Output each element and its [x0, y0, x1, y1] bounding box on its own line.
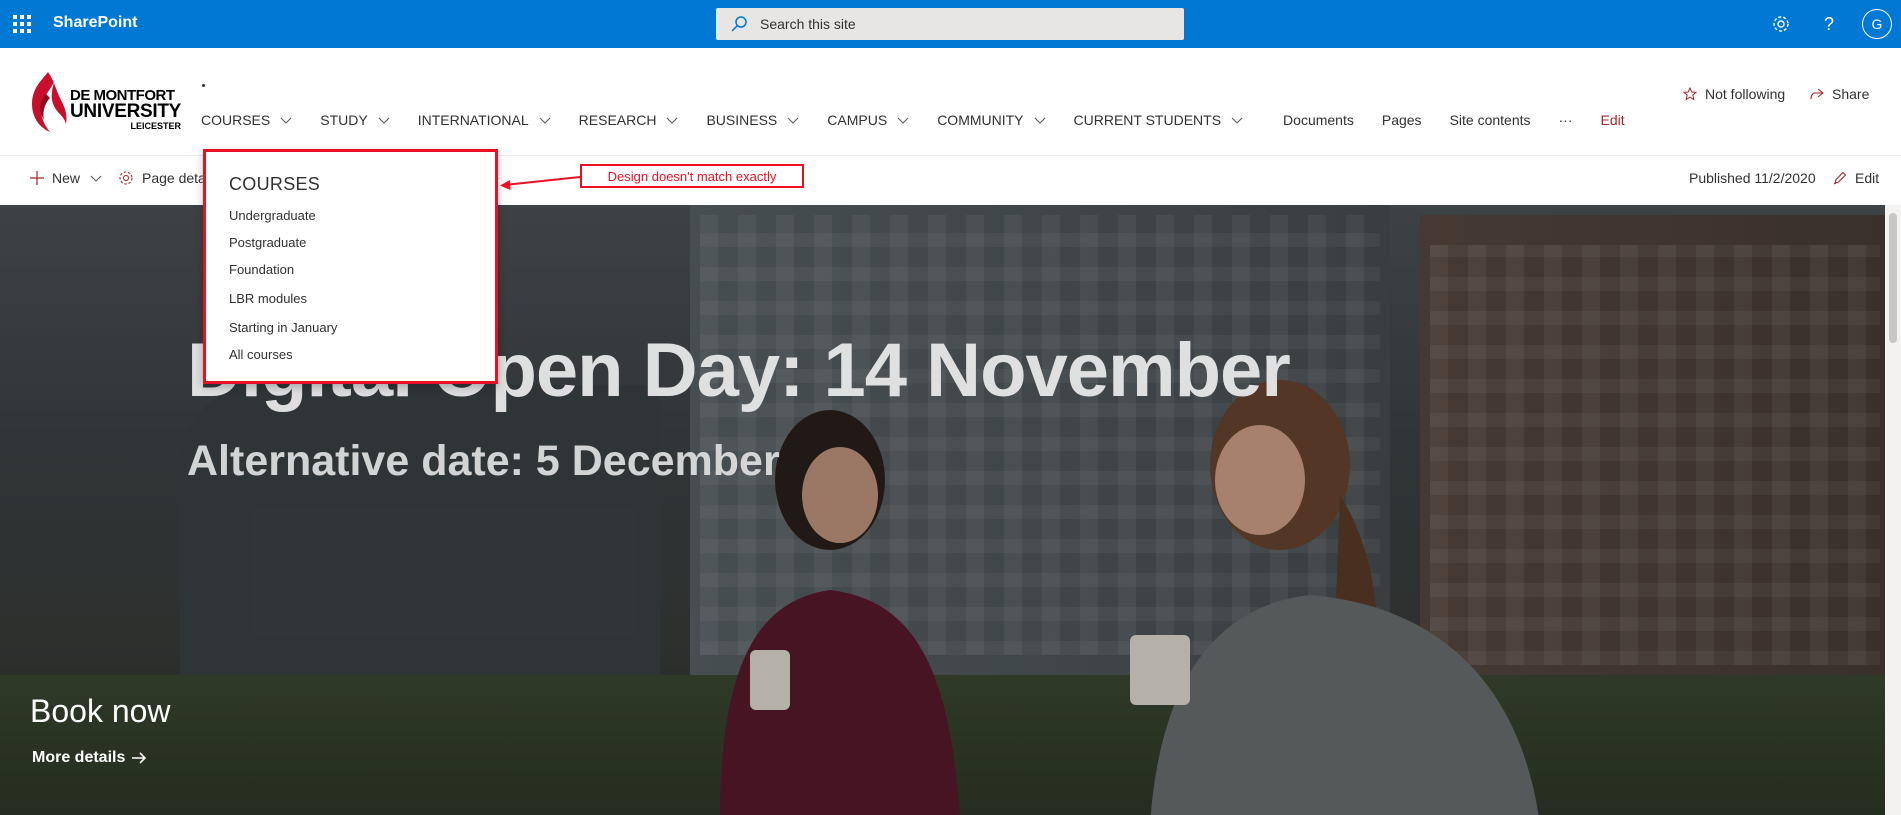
- chevron-down-icon: [378, 114, 390, 126]
- nav-label: CAMPUS: [827, 112, 888, 128]
- chevron-down-icon: [90, 175, 102, 182]
- dropdown-item-lbr-modules[interactable]: LBR modules: [229, 291, 307, 306]
- annotation-label: Design doesn't match exactly: [580, 164, 804, 188]
- site-header: [0, 48, 1901, 156]
- suite-bar: SharePoint Search this site ? G: [0, 0, 1901, 48]
- logo-line-3: LEICESTER: [130, 121, 182, 131]
- dropdown-item-all-courses[interactable]: All courses: [229, 347, 293, 362]
- dmu-crest-icon: [32, 72, 67, 132]
- nav-label: COURSES: [201, 112, 271, 128]
- search-icon: [731, 16, 747, 32]
- edit-label: Edit: [1855, 170, 1880, 186]
- more-details-label: More details: [32, 749, 126, 766]
- dropdown-item-starting-in-january[interactable]: Starting in January: [229, 320, 337, 335]
- nav-item-pages[interactable]: Pages: [1382, 108, 1422, 132]
- plus-icon: [30, 171, 44, 185]
- courses-dropdown-menu: COURSES Undergraduate Postgraduate Found…: [203, 149, 498, 384]
- chevron-down-icon: [539, 114, 551, 126]
- hub-navigation: COURSES STUDY INTERNATIONAL RESEARCH BUS…: [201, 108, 1625, 132]
- dropdown-item-foundation[interactable]: Foundation: [229, 262, 294, 277]
- settings-gear-icon[interactable]: [1769, 12, 1793, 36]
- nav-item-current-students[interactable]: CURRENT STUDENTS: [1074, 108, 1244, 132]
- more-details-link[interactable]: More details: [32, 749, 147, 767]
- hero-subtitle: Alternative date: 5 December: [187, 437, 780, 485]
- chevron-down-icon: [787, 114, 799, 126]
- published-status: Published 11/2/2020: [1689, 170, 1816, 186]
- hero-cta-heading: Book now: [30, 693, 171, 729]
- chevron-down-icon: [1231, 114, 1243, 126]
- nav-item-campus[interactable]: CAMPUS: [827, 108, 909, 132]
- search-box[interactable]: Search this site: [716, 8, 1184, 40]
- nav-item-research[interactable]: RESEARCH: [579, 108, 679, 132]
- nav-more-ellipsis[interactable]: ···: [1559, 108, 1573, 132]
- dropdown-item-undergraduate[interactable]: Undergraduate: [229, 208, 316, 223]
- nav-item-site-contents[interactable]: Site contents: [1450, 108, 1531, 132]
- nav-label: CURRENT STUDENTS: [1073, 112, 1222, 128]
- new-label: New: [52, 170, 81, 186]
- nav-item-documents[interactable]: Documents: [1283, 108, 1354, 132]
- nav-item-business[interactable]: BUSINESS: [706, 108, 799, 132]
- follow-label: Not following: [1705, 86, 1786, 102]
- share-button[interactable]: Share: [1810, 86, 1869, 102]
- chevron-down-icon: [280, 114, 292, 126]
- help-icon[interactable]: ?: [1817, 12, 1841, 36]
- gear-icon: [119, 171, 133, 185]
- nav-label: INTERNATIONAL: [417, 112, 529, 128]
- page-details-button[interactable]: Page deta: [118, 170, 206, 186]
- dropdown-title: COURSES: [229, 174, 321, 194]
- nav-item-courses[interactable]: COURSES: [201, 108, 292, 132]
- page-scrollbar[interactable]: [1885, 205, 1901, 815]
- follow-button[interactable]: Not following: [1683, 86, 1785, 102]
- chevron-down-icon: [666, 114, 678, 126]
- share-icon: [1810, 88, 1824, 100]
- edit-page-button[interactable]: Edit: [1833, 170, 1879, 186]
- user-avatar[interactable]: G: [1862, 9, 1892, 39]
- nav-label: RESEARCH: [578, 112, 657, 128]
- dmu-logo[interactable]: DE MONTFORT UNIVERSITY LEICESTER: [28, 70, 182, 134]
- nav-label: STUDY: [320, 112, 368, 128]
- site-title: [202, 84, 205, 87]
- dropdown-item-postgraduate[interactable]: Postgraduate: [229, 235, 306, 250]
- chevron-down-icon: [897, 114, 909, 126]
- scrollbar-thumb[interactable]: [1889, 213, 1897, 343]
- new-button[interactable]: New: [30, 170, 110, 186]
- search-placeholder: Search this site: [760, 16, 856, 32]
- star-icon: [1683, 87, 1697, 101]
- nav-edit-link[interactable]: Edit: [1601, 108, 1625, 132]
- nav-label: BUSINESS: [706, 112, 778, 128]
- nav-item-study[interactable]: STUDY: [320, 108, 390, 132]
- pencil-icon: [1833, 171, 1847, 185]
- sharepoint-brand-link[interactable]: SharePoint: [53, 14, 137, 32]
- app-launcher-icon[interactable]: [10, 12, 34, 36]
- annotation-arrow-icon: [500, 176, 581, 190]
- nav-item-community[interactable]: COMMUNITY: [937, 108, 1045, 132]
- nav-item-international[interactable]: INTERNATIONAL: [418, 108, 551, 132]
- nav-label: COMMUNITY: [937, 112, 1024, 128]
- page-details-label: Page deta: [142, 170, 206, 186]
- arrow-right-icon: [132, 752, 147, 764]
- share-label: Share: [1832, 86, 1870, 102]
- chevron-down-icon: [1034, 114, 1046, 126]
- logo-line-2: UNIVERSITY: [70, 101, 182, 122]
